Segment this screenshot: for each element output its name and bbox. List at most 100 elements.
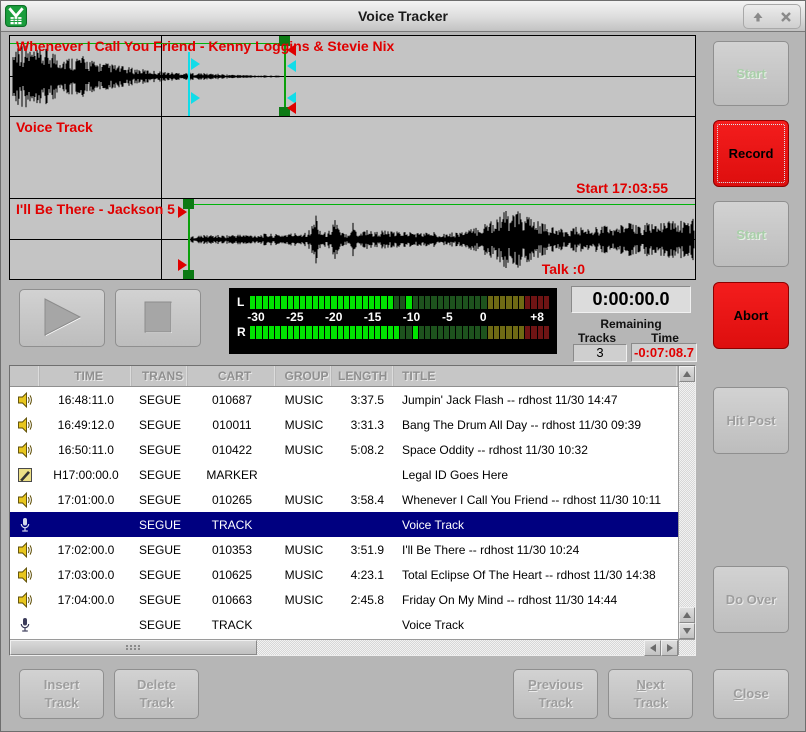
tracks-panel: Whenever I Call You Friend - Kenny Loggi… <box>9 35 696 280</box>
delete-track-button[interactable]: DeleteTrack <box>114 669 199 719</box>
play-button[interactable] <box>19 289 105 347</box>
log-cell-trans: SEGUE <box>132 518 188 532</box>
window-controls <box>743 4 801 29</box>
meter-segment <box>281 326 286 339</box>
meter-segment <box>300 296 305 309</box>
meter-segment <box>456 326 461 339</box>
speaker-icon <box>17 592 33 608</box>
meter-segment <box>325 296 330 309</box>
column-header-trans[interactable]: TRANS <box>132 366 188 386</box>
log-row[interactable]: 17:04:00.0SEGUE010663MUSIC2:45.8Friday O… <box>10 587 678 612</box>
track-centerline <box>10 76 695 77</box>
log-cell-trans: SEGUE <box>132 443 188 457</box>
start-marker-icon[interactable] <box>178 259 187 271</box>
log-row[interactable]: SEGUETRACKVoice Track <box>10 612 678 637</box>
scroll-up-button[interactable] <box>679 366 695 382</box>
speaker-icon <box>17 442 33 458</box>
speaker-icon <box>17 417 33 433</box>
meter-segment <box>481 296 486 309</box>
log-row[interactable]: 17:01:00.0SEGUE010265MUSIC3:58.4Whenever… <box>10 487 678 512</box>
speaker-icon <box>17 492 33 508</box>
log-cell-time: 17:02:00.0 <box>40 543 132 557</box>
log-cell-trans: SEGUE <box>132 468 188 482</box>
track-3-waveform-area[interactable]: I'll Be There - Jackson 5 Talk :0 <box>10 199 695 279</box>
record-button[interactable]: Record <box>713 120 789 187</box>
hit-post-button[interactable]: Hit Post <box>713 387 789 454</box>
elapsed-time-display: 0:00:00.0 <box>571 286 691 313</box>
close-icon <box>780 11 792 23</box>
column-header-length[interactable]: LENGTH <box>332 366 394 386</box>
start-marker-icon[interactable] <box>287 102 296 114</box>
speaker-icon <box>17 392 33 408</box>
track-start-marker-line[interactable] <box>188 199 190 279</box>
meter-segment <box>513 326 518 339</box>
vertical-scrollbar[interactable] <box>678 366 695 639</box>
scroll-right-button[interactable] <box>661 640 678 656</box>
horizontal-scrollbar[interactable] <box>10 639 678 655</box>
start-track3-button[interactable]: Start <box>713 201 789 267</box>
horizontal-scrollbar-thumb[interactable] <box>10 640 257 655</box>
marker-handle[interactable] <box>183 270 194 279</box>
insert-track-button[interactable]: InsertTrack <box>19 669 104 719</box>
stop-button[interactable] <box>115 289 201 347</box>
log-cell-icon <box>10 517 40 533</box>
scroll-left-button[interactable] <box>644 640 661 656</box>
shade-window-button[interactable] <box>748 8 768 26</box>
meter-segment <box>275 326 280 339</box>
fade-marker-handle-icon[interactable] <box>191 58 200 70</box>
meter-segment <box>306 326 311 339</box>
close-window-button[interactable] <box>776 8 796 26</box>
meter-segment <box>250 326 255 339</box>
meter-segment <box>525 326 530 339</box>
track-1-waveform-area[interactable]: Whenever I Call You Friend - Kenny Loggi… <box>10 36 695 117</box>
close-button[interactable]: Close <box>713 669 789 719</box>
meter-segment <box>313 326 318 339</box>
log-cell-icon <box>10 592 40 608</box>
titlebar[interactable]: Voice Tracker <box>1 1 805 32</box>
meter-segment <box>300 326 305 339</box>
log-row[interactable]: 16:50:11.0SEGUE010422MUSIC5:08.2Space Od… <box>10 437 678 462</box>
voice-tracker-window: Voice Tracker Whenever I <box>0 0 806 732</box>
log-row[interactable]: H17:00:00.0SEGUEMARKERLegal ID Goes Here <box>10 462 678 487</box>
column-header-time[interactable]: TIME <box>40 366 132 386</box>
log-table-body: TIMETRANSCARTGROUPLENGTHTITLE 16:48:11.0… <box>10 366 678 639</box>
log-row[interactable]: 17:02:00.0SEGUE010353MUSIC3:51.9I'll Be … <box>10 537 678 562</box>
column-header-title[interactable]: TITLE <box>394 366 678 386</box>
meter-segment <box>338 296 343 309</box>
scroll-down-button[interactable] <box>679 623 695 639</box>
next-track-button[interactable]: NextTrack <box>608 669 693 719</box>
track-start-time: Start 17:03:55 <box>576 180 668 196</box>
horizontal-scrollbar-groove[interactable] <box>257 640 644 655</box>
start-track1-button[interactable]: Start <box>713 41 789 106</box>
log-cell-cart: MARKER <box>188 468 276 482</box>
fade-marker-icon[interactable] <box>287 60 296 72</box>
track-2-waveform-area[interactable]: Voice Track Start 17:03:55 <box>10 117 695 198</box>
left-channel-label: L <box>237 295 250 309</box>
meter-segment <box>444 296 449 309</box>
column-header-icon[interactable] <box>10 366 40 386</box>
log-row[interactable]: 17:03:00.0SEGUE010625MUSIC4:23.1Total Ec… <box>10 562 678 587</box>
abort-button[interactable]: Abort <box>713 282 789 349</box>
start-marker-icon[interactable] <box>178 206 187 218</box>
meter-segment <box>350 296 355 309</box>
vertical-scrollbar-groove[interactable] <box>679 382 695 607</box>
meter-segment <box>356 326 361 339</box>
column-header-group[interactable]: GROUP <box>276 366 332 386</box>
meter-segment <box>413 326 418 339</box>
log-row[interactable]: SEGUETRACKVoice Track <box>10 512 678 537</box>
meter-segment <box>356 296 361 309</box>
column-header-cart[interactable]: CART <box>188 366 276 386</box>
fade-marker-handle-icon[interactable] <box>191 92 200 104</box>
microphone-icon <box>17 617 33 633</box>
fade-marker-line[interactable] <box>188 52 190 116</box>
window-title: Voice Tracker <box>1 8 805 24</box>
log-cell-length: 3:31.3 <box>332 418 394 432</box>
scroll-up-button-bottom[interactable] <box>679 607 695 623</box>
meter-segment <box>294 296 299 309</box>
log-row[interactable]: 16:48:11.0SEGUE010687MUSIC3:37.5Jumpin' … <box>10 387 678 412</box>
meter-segment <box>469 296 474 309</box>
meter-segment <box>475 326 480 339</box>
log-row[interactable]: 16:49:12.0SEGUE010011MUSIC3:31.3Bang The… <box>10 412 678 437</box>
previous-track-button[interactable]: PreviousTrack <box>513 669 598 719</box>
do-over-button[interactable]: Do Over <box>713 566 789 633</box>
